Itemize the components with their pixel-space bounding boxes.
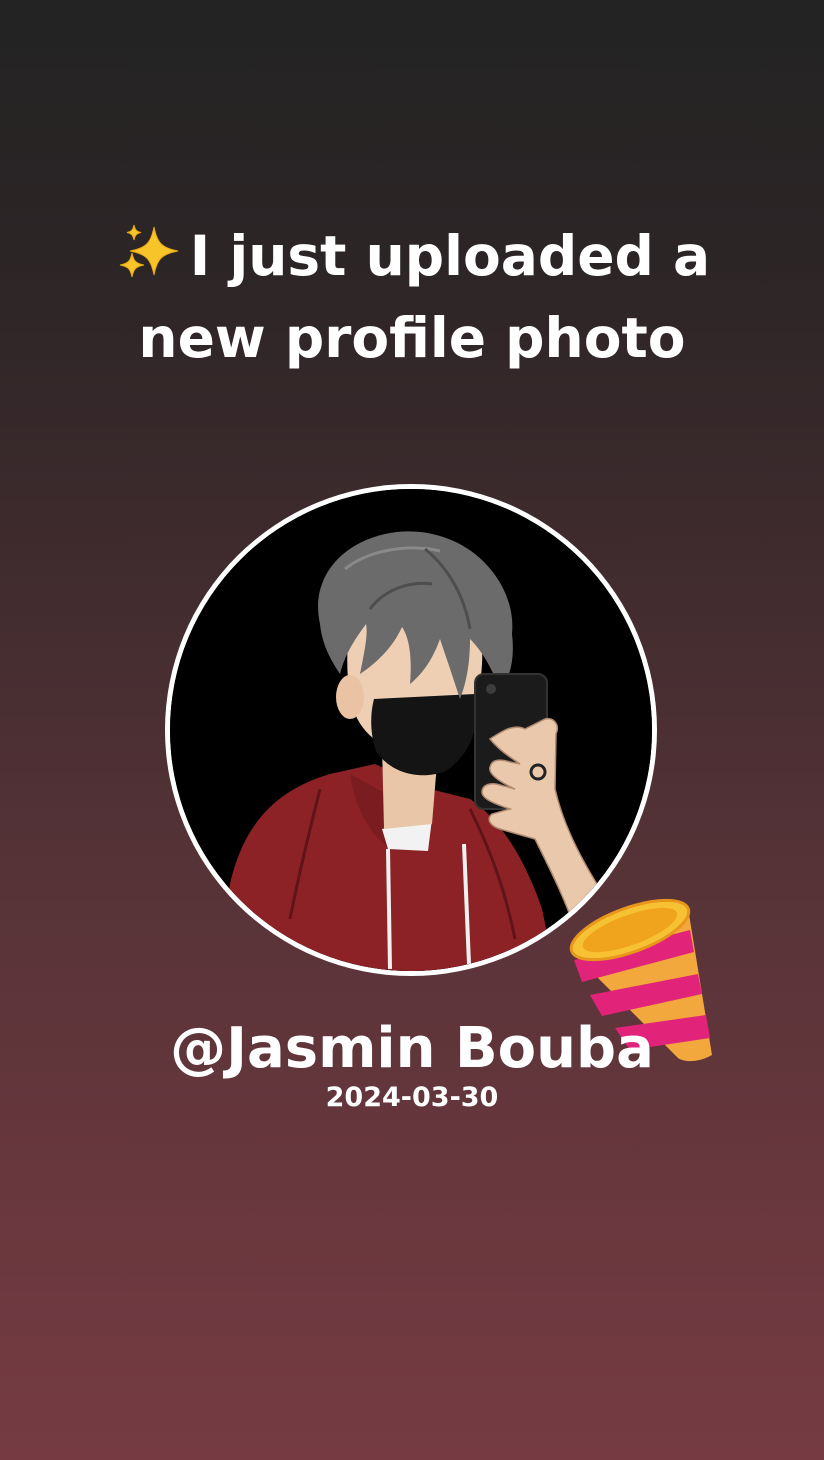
profile-photo-update-screen: I just uploaded a new profile photo @Jas… [0, 0, 824, 1460]
headline-line-2: new profile photo [138, 306, 686, 370]
announcement-headline: I just uploaded a new profile photo [0, 215, 824, 379]
sparkles-icon [119, 224, 178, 278]
username[interactable]: @Jasmin Bouba [0, 1014, 824, 1084]
upload-date: 2024-03-30 [325, 1082, 499, 1113]
headline-line-1: I just uploaded a [0, 215, 824, 297]
headline-text-1: I just uploaded a [189, 224, 711, 288]
